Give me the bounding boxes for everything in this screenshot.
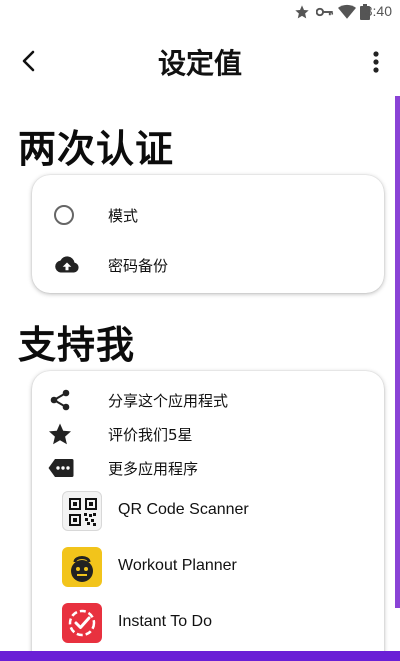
more-vert-icon bbox=[373, 51, 379, 73]
star-icon bbox=[49, 423, 71, 445]
status-time: 3:40 bbox=[364, 3, 392, 19]
qr-code-app-icon bbox=[62, 491, 102, 531]
more-options-button[interactable] bbox=[368, 50, 384, 76]
app-item-qr-code-scanner[interactable]: QR Code Scanner bbox=[32, 487, 384, 535]
app-name-qr-code-scanner: QR Code Scanner bbox=[118, 501, 249, 518]
support-card: 分享这个应用程式 评价我们5星 更多应用程序 QR Code Scanner W… bbox=[32, 371, 384, 661]
app-bar: 设定值 bbox=[0, 36, 400, 88]
password-backup-label: 密码备份 bbox=[108, 257, 169, 275]
more-apps-label: 更多应用程序 bbox=[108, 460, 199, 478]
key-icon bbox=[316, 7, 334, 17]
share-app-label: 分享这个应用程式 bbox=[108, 392, 229, 410]
wifi-icon bbox=[338, 4, 356, 19]
page-title: 设定值 bbox=[157, 47, 242, 80]
app-name-workout-planner: Workout Planner bbox=[118, 557, 237, 574]
more-apps-icon bbox=[48, 459, 74, 477]
app-name-instant-to-do: Instant To Do bbox=[118, 613, 212, 630]
list-item-password-backup[interactable]: 密码备份 bbox=[32, 253, 384, 277]
kettlebell-app-icon bbox=[62, 547, 102, 587]
section-heading-support: 支持我 bbox=[18, 323, 136, 367]
two-factor-card: 模式 密码备份 bbox=[32, 175, 384, 293]
cloud-upload-icon bbox=[55, 256, 79, 273]
list-item-rate-app[interactable]: 评价我们5星 bbox=[32, 422, 384, 446]
bottom-bar bbox=[0, 651, 400, 661]
list-item-mode[interactable]: 模式 bbox=[32, 203, 384, 227]
scroll-indicator[interactable] bbox=[395, 96, 400, 608]
section-heading-two-factor: 两次认证 bbox=[18, 127, 175, 171]
app-item-instant-to-do[interactable]: Instant To Do bbox=[32, 599, 384, 647]
star-icon bbox=[295, 5, 309, 19]
app-item-workout-planner[interactable]: Workout Planner bbox=[32, 543, 384, 591]
status-bar: 3:40 bbox=[0, 0, 400, 24]
todo-check-app-icon bbox=[62, 603, 102, 643]
list-item-share-app[interactable]: 分享这个应用程式 bbox=[32, 388, 384, 412]
rate-app-label: 评价我们5星 bbox=[108, 426, 193, 444]
mode-label: 模式 bbox=[108, 207, 139, 225]
list-item-more-apps[interactable]: 更多应用程序 bbox=[32, 456, 384, 480]
radio-unchecked-icon[interactable] bbox=[52, 203, 76, 227]
share-icon bbox=[50, 389, 70, 411]
